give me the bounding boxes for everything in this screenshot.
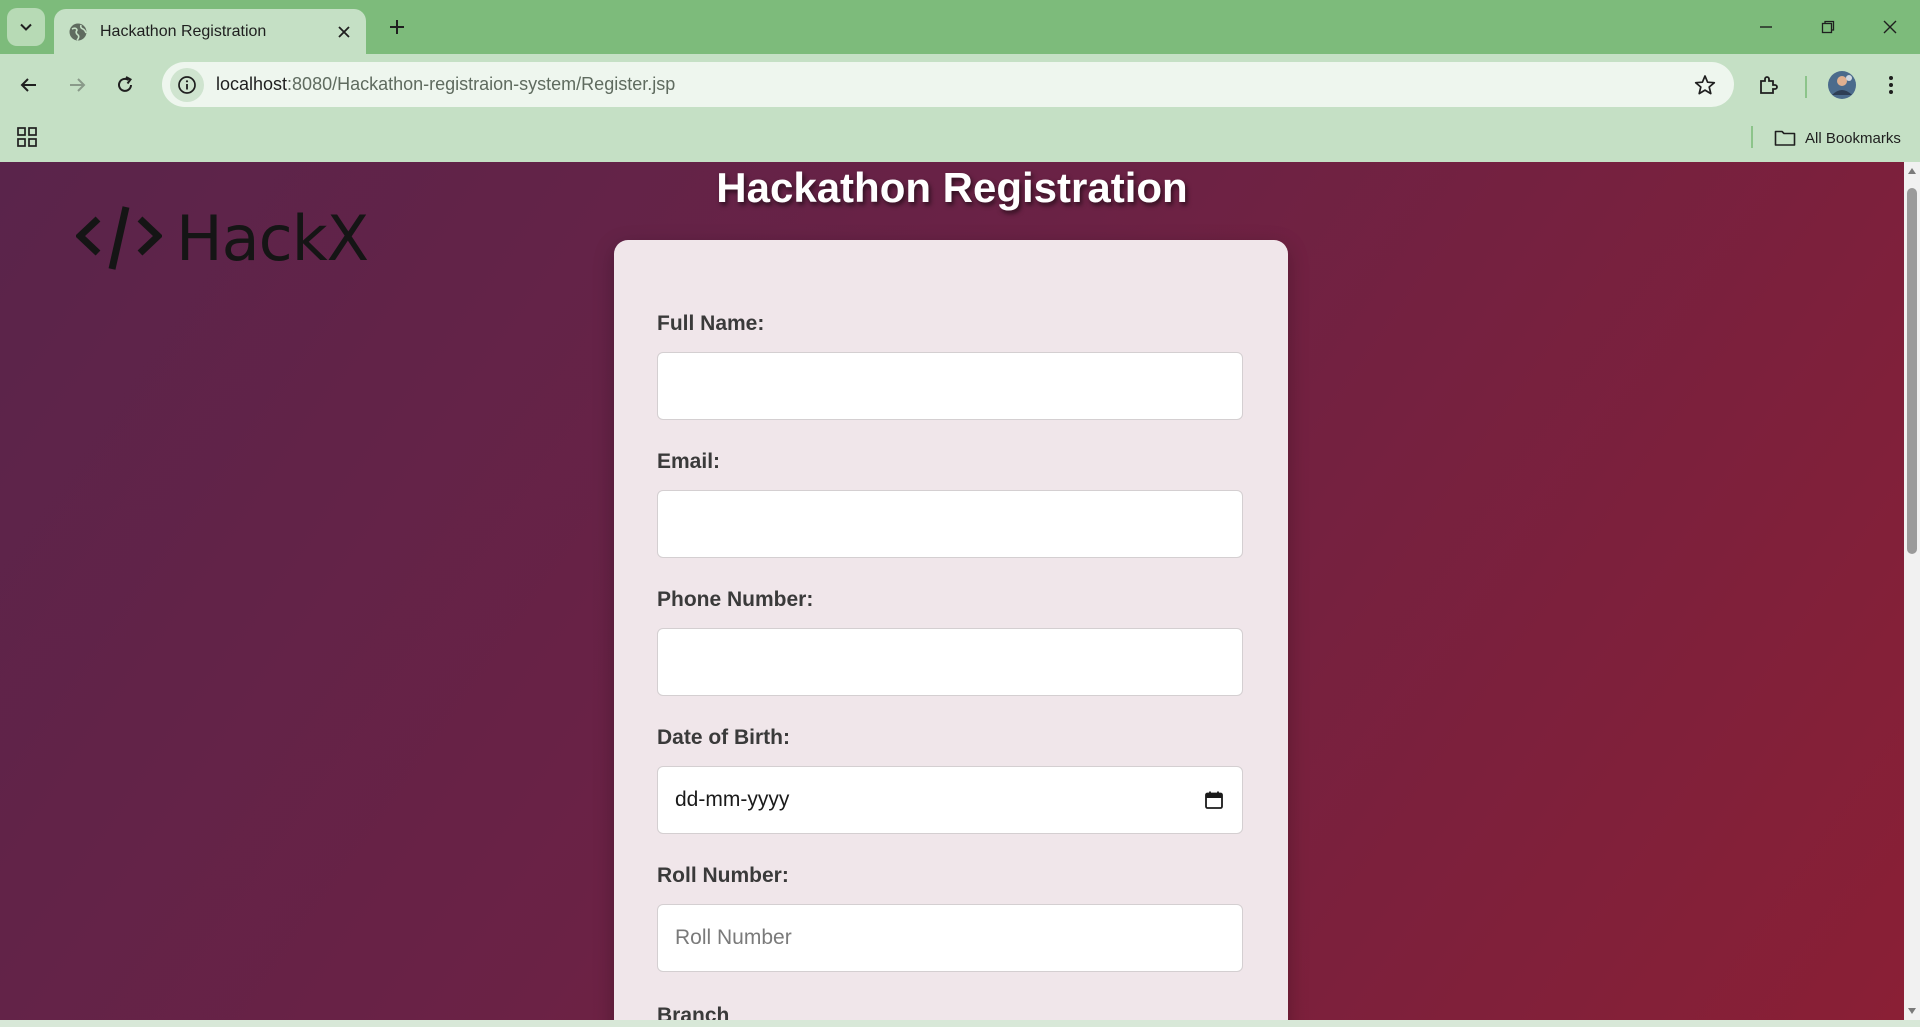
- star-icon: [1694, 74, 1716, 94]
- close-icon: [338, 25, 350, 38]
- back-button[interactable]: [12, 68, 46, 102]
- scroll-down-button[interactable]: [1907, 1006, 1917, 1016]
- full-name-label: Full Name:: [657, 312, 765, 335]
- url-host: localhost: [216, 74, 288, 94]
- tab-strip: Hackathon Registration: [0, 0, 1920, 54]
- roll-input[interactable]: [657, 904, 1243, 972]
- extensions-button[interactable]: [1752, 68, 1786, 102]
- logo-text: HackX: [176, 201, 369, 275]
- page-scrollbar[interactable]: [1904, 162, 1920, 1020]
- tab-close-button[interactable]: [334, 22, 354, 42]
- tab-search-button[interactable]: [7, 8, 45, 46]
- code-brackets-icon: [76, 206, 162, 270]
- forward-button[interactable]: [60, 68, 94, 102]
- chevron-down-icon: [20, 23, 32, 31]
- calendar-icon: [1205, 791, 1223, 809]
- bookmarks-divider: [1751, 126, 1753, 148]
- info-icon: [178, 75, 196, 94]
- branch-label: Branch: [657, 1004, 730, 1020]
- scroll-thumb[interactable]: [1907, 188, 1917, 554]
- reload-icon: [118, 76, 132, 92]
- roll-label: Roll Number:: [657, 864, 789, 887]
- folder-icon: [1774, 130, 1796, 146]
- globe-icon: [69, 23, 87, 41]
- page-title: Hackathon Registration: [716, 164, 1188, 211]
- apps-grid-icon: [17, 127, 37, 147]
- triangle-up-icon: [1908, 168, 1916, 174]
- all-bookmarks-label: All Bookmarks: [1805, 129, 1901, 147]
- restore-icon: [1821, 20, 1835, 34]
- minimize-icon: [1760, 26, 1772, 28]
- kebab-menu-icon: [1889, 76, 1893, 94]
- email-label: Email:: [657, 450, 721, 473]
- window-bottom-edge: [0, 1020, 1920, 1027]
- phone-label: Phone Number:: [657, 588, 814, 611]
- profile-button[interactable]: [1825, 68, 1859, 102]
- close-icon: [1883, 20, 1897, 34]
- new-tab-button[interactable]: [380, 12, 414, 42]
- address-bar[interactable]: localhost:8080/Hackathon-registraion-sys…: [162, 62, 1734, 107]
- site-info-button[interactable]: [170, 67, 204, 102]
- avatar: [1828, 71, 1856, 99]
- arrow-right-icon: [70, 78, 86, 92]
- plus-icon: [390, 20, 404, 34]
- url-path: :8080/Hackathon-registraion-system/Regis…: [287, 74, 676, 94]
- dob-label: Date of Birth:: [657, 726, 790, 749]
- url-text[interactable]: localhost:8080/Hackathon-registraion-sys…: [216, 74, 1690, 95]
- apps-button[interactable]: [14, 124, 40, 150]
- browser-menu-button[interactable]: [1874, 68, 1908, 102]
- calendar-picker-button[interactable]: [1203, 789, 1225, 811]
- bookmark-star-button[interactable]: [1690, 70, 1720, 100]
- triangle-down-icon: [1908, 1008, 1916, 1014]
- bookmarks-bar: All Bookmarks: [0, 114, 1920, 162]
- logo[interactable]: HackX: [76, 201, 369, 275]
- reload-button[interactable]: [108, 68, 142, 102]
- scroll-up-button[interactable]: [1907, 166, 1917, 176]
- page-viewport: HackX Hackathon Registration Full Name: …: [0, 162, 1904, 1020]
- close-window-button[interactable]: [1864, 8, 1916, 46]
- dob-input[interactable]: dd-mm-yyyy: [657, 766, 1243, 834]
- minimize-button[interactable]: [1740, 8, 1792, 46]
- restore-button[interactable]: [1802, 8, 1854, 46]
- all-bookmarks-button[interactable]: All Bookmarks: [1774, 125, 1901, 151]
- puzzle-icon: [1760, 76, 1778, 94]
- full-name-input[interactable]: [657, 352, 1243, 420]
- tab-active[interactable]: Hackathon Registration: [54, 9, 366, 54]
- arrow-left-icon: [20, 78, 36, 92]
- dob-placeholder: dd-mm-yyyy: [675, 788, 790, 811]
- registration-form: Full Name: Email: Phone Number: Date of …: [614, 240, 1288, 1020]
- email-input[interactable]: [657, 490, 1243, 558]
- toolbar-divider: [1805, 76, 1807, 98]
- tab-title: Hackathon Registration: [100, 22, 267, 40]
- phone-input[interactable]: [657, 628, 1243, 696]
